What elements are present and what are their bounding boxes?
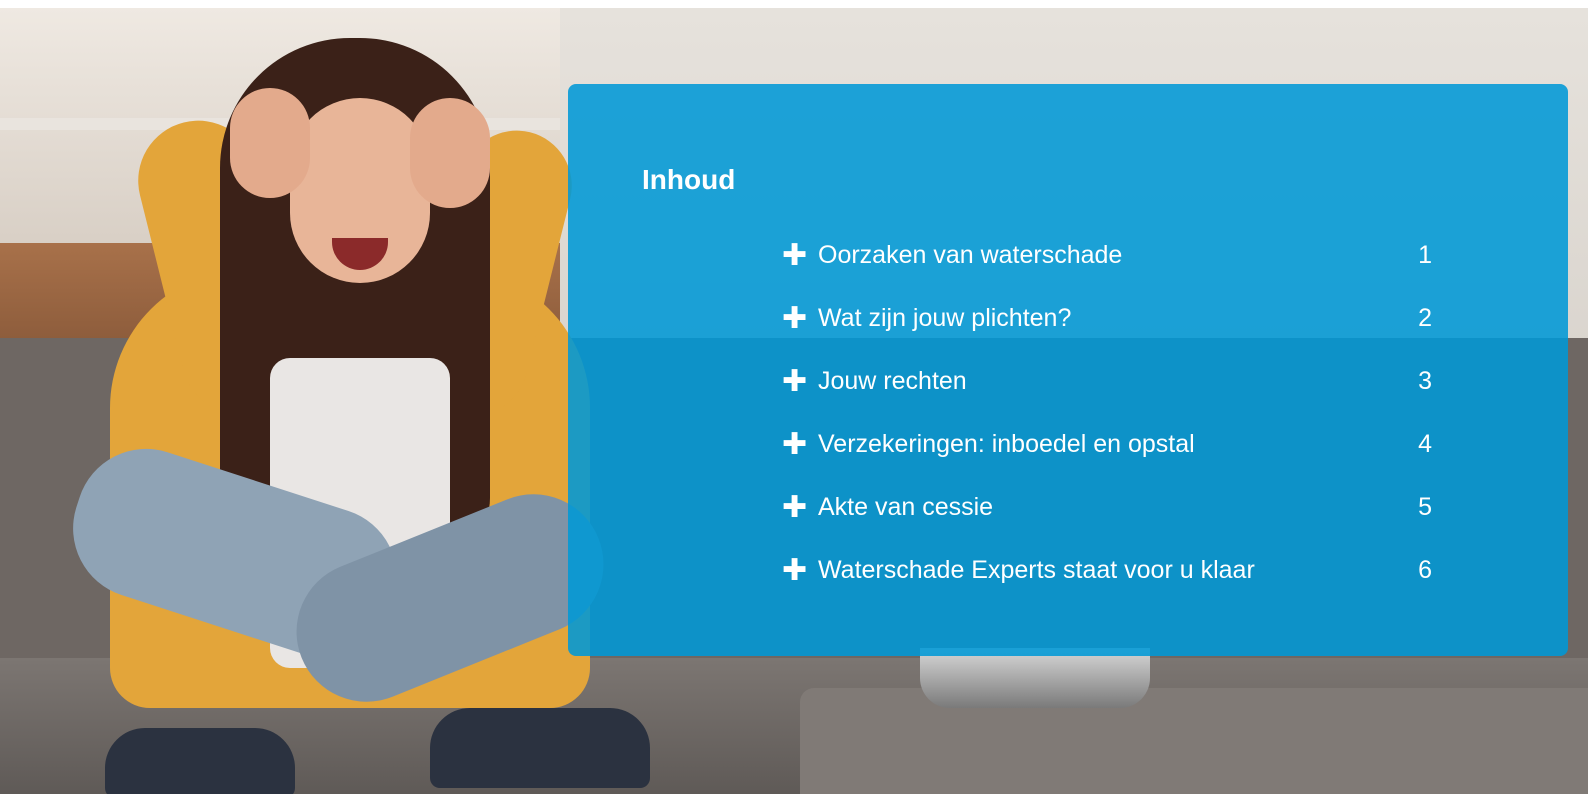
stressed-woman-image xyxy=(54,28,650,794)
plus-icon: ✚ xyxy=(782,238,808,272)
woman-hand-left xyxy=(230,88,310,198)
toc-item-akte-van-cessie[interactable]: ✚ Akte van cessie 5 xyxy=(782,476,1432,539)
woman-shoe-right xyxy=(430,708,650,788)
plus-icon: ✚ xyxy=(782,364,808,398)
toc-item-number: 3 xyxy=(1418,367,1432,395)
hero-banner: Inhoud ✚ Oorzaken van waterschade 1 ✚ Wa… xyxy=(0,8,1588,794)
toc-title: Inhoud xyxy=(642,164,736,195)
toc-item-number: 6 xyxy=(1418,556,1432,584)
toc-item-label: Wat zijn jouw plichten? xyxy=(818,304,1072,332)
sofa-cushion xyxy=(800,688,1588,794)
toc-item-number: 5 xyxy=(1418,493,1432,521)
toc-item-label: Akte van cessie xyxy=(818,493,994,521)
toc-item-verzekeringen[interactable]: ✚ Verzekeringen: inboedel en opstal 4 xyxy=(782,413,1432,476)
plus-icon: ✚ xyxy=(782,490,808,524)
toc-item-label: Oorzaken van waterschade xyxy=(818,241,1123,269)
plus-icon: ✚ xyxy=(782,301,808,335)
toc-list: ✚ Oorzaken van waterschade 1 ✚ Wat zijn … xyxy=(782,224,1432,602)
toc-item-number: 4 xyxy=(1418,430,1432,458)
table-of-contents-panel: Inhoud ✚ Oorzaken van waterschade 1 ✚ Wa… xyxy=(568,84,1568,656)
toc-item-plichten[interactable]: ✚ Wat zijn jouw plichten? 2 xyxy=(782,287,1432,350)
cooking-pot xyxy=(920,648,1150,708)
toc-item-rechten[interactable]: ✚ Jouw rechten 3 xyxy=(782,350,1432,413)
toc-item-number: 1 xyxy=(1418,241,1432,269)
woman-shoe-left xyxy=(105,728,295,794)
toc-item-number: 2 xyxy=(1418,304,1432,332)
toc-item-experts[interactable]: ✚ Waterschade Experts staat voor u klaar… xyxy=(782,539,1432,602)
toc-item-label: Verzekeringen: inboedel en opstal xyxy=(818,430,1195,458)
woman-hand-right xyxy=(410,98,490,208)
plus-icon: ✚ xyxy=(782,553,808,587)
toc-item-oorzaken[interactable]: ✚ Oorzaken van waterschade 1 xyxy=(782,224,1432,287)
plus-icon: ✚ xyxy=(782,427,808,461)
toc-item-label: Jouw rechten xyxy=(818,367,967,395)
toc-item-label: Waterschade Experts staat voor u klaar xyxy=(818,556,1255,584)
